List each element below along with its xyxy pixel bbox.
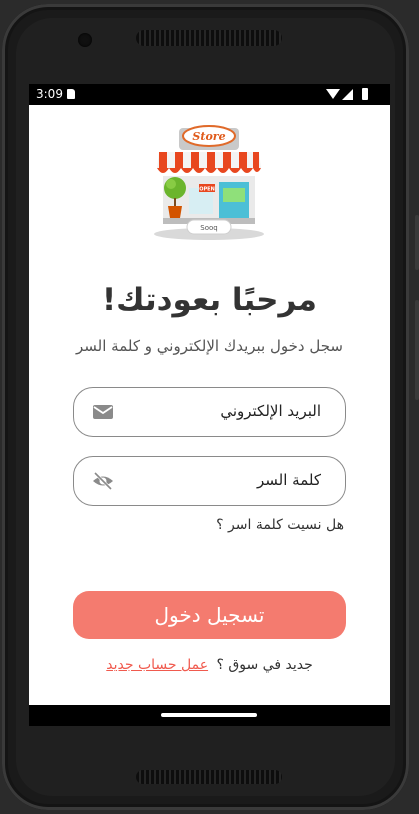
wifi-icon xyxy=(326,89,340,99)
forgot-password-link[interactable]: هل نسيت كلمة اسر ؟ xyxy=(73,517,344,533)
power-button xyxy=(415,300,419,400)
top-speaker-grille xyxy=(136,30,282,46)
volume-button xyxy=(415,215,419,270)
awning-icon xyxy=(157,152,261,173)
create-account-link[interactable]: عمل حساب جديد xyxy=(106,657,208,673)
email-field-label: البريد الإلكتروني xyxy=(220,402,321,420)
app-screen: 3:09 Store OPEN Sooq مرحبًا بعودتك! سجل … xyxy=(29,84,390,726)
open-sign-text: OPEN xyxy=(199,187,215,193)
home-gesture-handle[interactable] xyxy=(161,713,257,717)
store-sign-text: Store xyxy=(192,130,225,143)
login-button[interactable]: تسجيل دخول xyxy=(73,591,346,639)
status-bar: 3:09 xyxy=(29,84,390,105)
welcome-title: مرحبًا بعودتك! xyxy=(101,282,318,318)
bottom-speaker-grille xyxy=(136,770,282,784)
sooq-tag-text: Sooq xyxy=(200,224,217,232)
email-field[interactable]: البريد الإلكتروني xyxy=(73,387,346,437)
signal-icon xyxy=(342,89,353,100)
front-camera xyxy=(78,33,92,47)
signup-prompt: جديد في سوق ؟ xyxy=(216,657,313,673)
mail-icon xyxy=(93,405,113,419)
sd-card-icon xyxy=(67,89,75,99)
status-time: 3:09 xyxy=(36,87,63,101)
eye-off-icon[interactable] xyxy=(92,471,114,491)
store-logo: Store OPEN Sooq xyxy=(154,125,264,240)
password-field-label: كلمة السر xyxy=(257,471,321,489)
battery-icon xyxy=(362,88,368,100)
welcome-subtitle: سجل دخول ببريدك الإلكتروني و كلمة السر xyxy=(76,337,343,355)
navigation-bar xyxy=(29,705,390,726)
password-field[interactable]: كلمة السر xyxy=(73,456,346,506)
signup-row: جديد في سوق ؟ عمل حساب جديد xyxy=(29,657,390,673)
